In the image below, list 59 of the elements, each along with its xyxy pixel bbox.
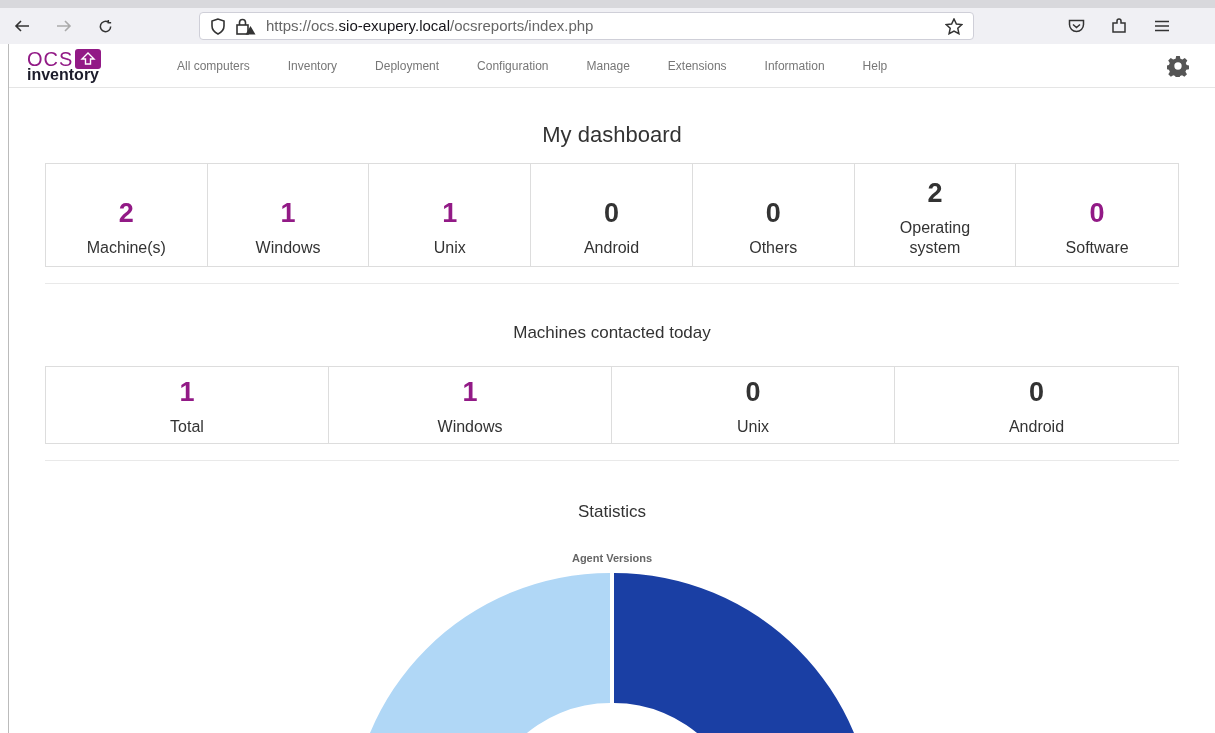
stat-count: 1 bbox=[442, 200, 458, 227]
stat-tile[interactable]: 0 Android bbox=[531, 164, 693, 266]
stat-tile[interactable]: 1 Total bbox=[46, 366, 329, 443]
stat-label: Machine(s) bbox=[86, 238, 166, 258]
pocket-icon[interactable] bbox=[1068, 19, 1085, 33]
stat-tile[interactable]: 1 Windows bbox=[207, 164, 370, 266]
settings-icon[interactable] bbox=[1167, 54, 1189, 77]
nav-link[interactable]: Help bbox=[862, 56, 888, 75]
address-bar[interactable]: https://ocs.sio-exupery.local/ocsreports/index.php bbox=[199, 12, 974, 40]
stat-count: 1 bbox=[280, 200, 296, 227]
dashboard-title: My dashboard bbox=[541, 121, 683, 149]
nav-link[interactable]: Configuration bbox=[477, 56, 549, 75]
shield-icon[interactable] bbox=[210, 17, 226, 35]
nav-link[interactable]: Manage bbox=[586, 56, 630, 75]
puzzle-icon[interactable] bbox=[1111, 17, 1128, 35]
stat-count: 2 bbox=[927, 180, 943, 207]
stat-label: Total bbox=[170, 416, 204, 437]
stat-label: Software bbox=[1065, 238, 1129, 258]
stat-count: 0 bbox=[765, 200, 781, 227]
nav-link[interactable]: Extensions bbox=[667, 56, 727, 75]
stat-count: 0 bbox=[603, 200, 619, 227]
stat-tile[interactable]: 2 Operating system bbox=[854, 164, 1017, 266]
stat-count: 1 bbox=[462, 378, 478, 406]
stat-count: 2 bbox=[118, 200, 134, 227]
section-title: Machines contacted today bbox=[512, 322, 712, 344]
nav-link[interactable]: All computers bbox=[177, 56, 250, 75]
stat-tile[interactable]: 0 Software bbox=[1016, 164, 1178, 266]
stat-label: Unix bbox=[737, 416, 769, 437]
stat-label: Android bbox=[1008, 416, 1065, 437]
stat-tile[interactable]: 0 Others bbox=[692, 164, 855, 266]
stat-tile[interactable]: 1 Unix bbox=[369, 164, 532, 266]
back-icon[interactable] bbox=[14, 19, 30, 33]
section-title: Statistics bbox=[577, 500, 647, 523]
stat-label: Windows bbox=[255, 238, 321, 258]
chart-title: Agent Versions bbox=[570, 551, 654, 566]
menu-icon[interactable] bbox=[1154, 20, 1170, 32]
stat-tile[interactable]: 2 Machine(s) bbox=[46, 164, 208, 266]
stat-count: 0 bbox=[1089, 200, 1105, 227]
stat-label: Android bbox=[583, 238, 640, 258]
stat-tile[interactable]: 0 Android bbox=[895, 366, 1178, 443]
lock-warning-icon[interactable] bbox=[236, 17, 256, 35]
stat-tile[interactable]: 0 Unix bbox=[612, 366, 895, 443]
nav-link[interactable]: Deployment bbox=[375, 56, 440, 75]
logo-subtitle: inventory bbox=[27, 66, 100, 83]
stat-label: Windows bbox=[437, 416, 503, 437]
app-logo[interactable]: OCS inventory bbox=[27, 48, 139, 83]
star-icon[interactable] bbox=[945, 17, 963, 35]
stat-count: 0 bbox=[1029, 378, 1044, 406]
upload-icon bbox=[75, 48, 102, 69]
stat-label: Unix bbox=[433, 238, 466, 258]
reload-icon[interactable] bbox=[98, 18, 113, 34]
stat-tile[interactable]: 1 Windows bbox=[329, 366, 612, 443]
nav-link[interactable]: Information bbox=[764, 56, 825, 75]
stat-count: 0 bbox=[745, 378, 761, 406]
stat-count: 1 bbox=[179, 378, 195, 406]
logo-text: OCS bbox=[27, 48, 74, 69]
nav-link[interactable]: Inventory bbox=[287, 56, 338, 75]
stat-label: Others bbox=[749, 238, 798, 258]
stat-label: Operating system bbox=[898, 218, 972, 258]
